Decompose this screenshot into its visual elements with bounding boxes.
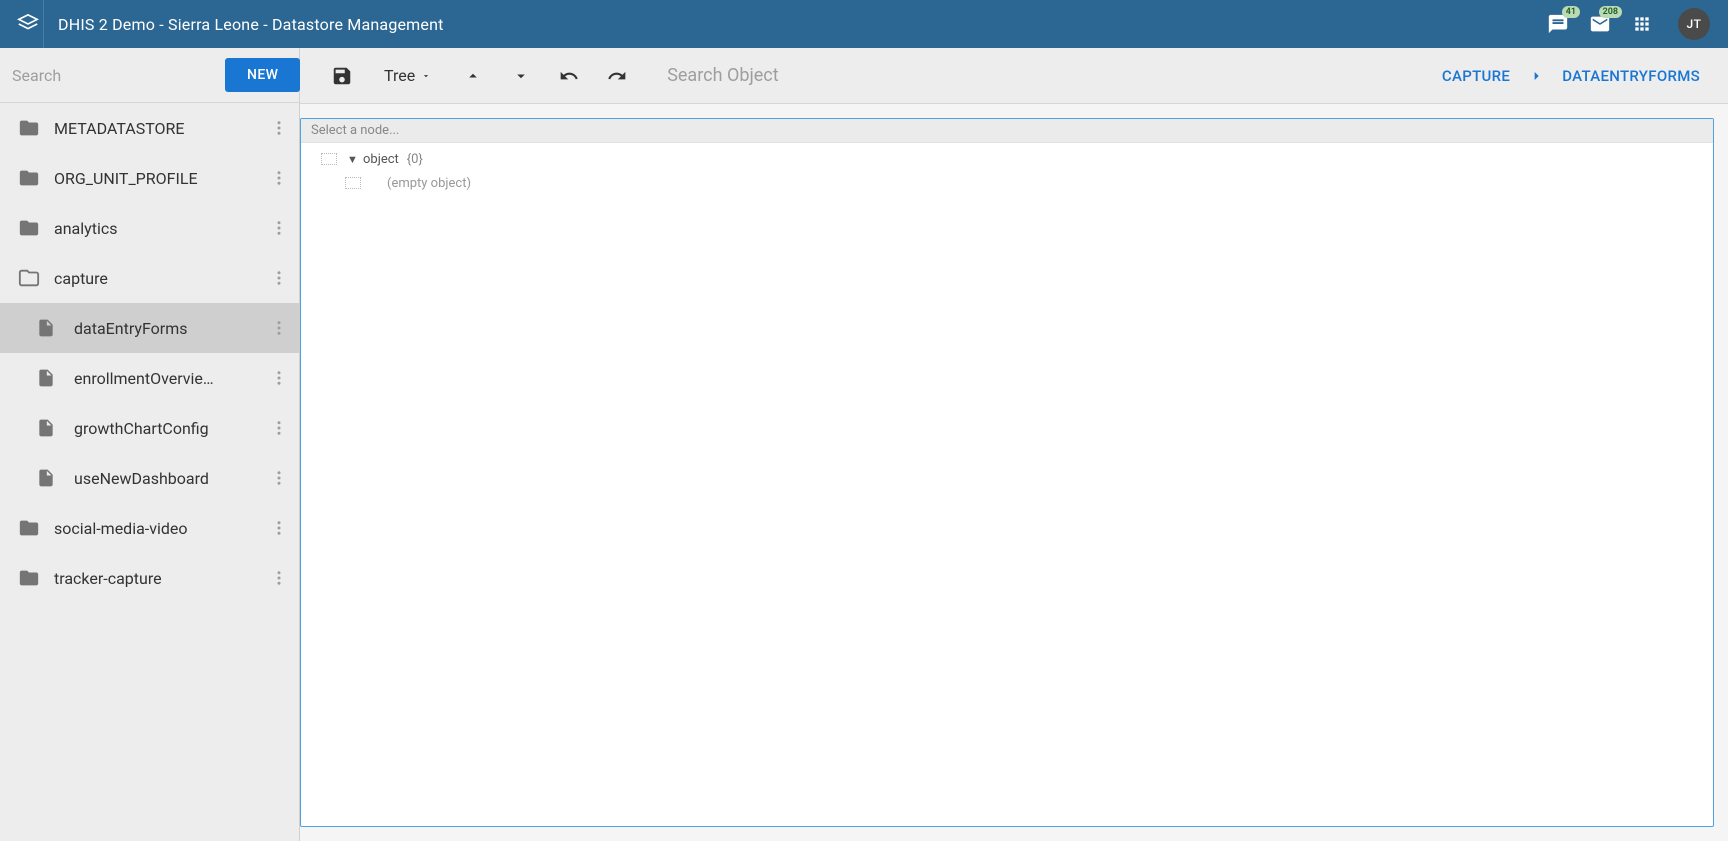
root-count-label: {0} (407, 152, 423, 167)
expand-button[interactable] (499, 54, 543, 98)
item-more-button[interactable] (265, 319, 293, 337)
item-more-button[interactable] (265, 419, 293, 437)
collapse-button[interactable] (451, 54, 495, 98)
object-search-input[interactable] (667, 65, 1438, 86)
editor-toolbar: Tree CAPTURE DATA (300, 48, 1728, 104)
breadcrumb-separator (1528, 68, 1544, 84)
top-header: DHIS 2 Demo - Sierra Leone - Datastore M… (0, 0, 1728, 48)
view-mode-selector[interactable]: Tree (368, 66, 447, 85)
sidebar-item-label: capture (54, 269, 265, 288)
chevron-up-icon (464, 67, 482, 85)
sidebar-item-label: social-media-video (54, 519, 265, 538)
more-vert-icon (270, 169, 288, 187)
mail-badge: 208 (1599, 6, 1622, 18)
breadcrumb-capture[interactable]: CAPTURE (1442, 67, 1510, 85)
sidebar-item-label: dataEntryForms (74, 319, 265, 338)
sidebar-item-label: METADATASTORE (54, 119, 265, 138)
save-button[interactable] (320, 54, 364, 98)
object-search-wrap (667, 65, 1438, 86)
dropdown-arrow-icon (421, 71, 431, 81)
item-more-button[interactable] (265, 519, 293, 537)
item-more-button[interactable] (265, 169, 293, 187)
sidebar-item-usenewdashboard[interactable]: useNewDashboard (0, 453, 299, 503)
json-empty-row[interactable]: (empty object) (301, 171, 1713, 195)
chevron-right-icon (1528, 68, 1544, 84)
more-vert-icon (270, 269, 288, 287)
file-icon (36, 468, 74, 488)
breadcrumb: CAPTURE DATAENTRYFORMS (1442, 67, 1708, 85)
root-type-label: object (363, 152, 399, 167)
folder-icon (18, 117, 54, 139)
mail-button[interactable]: 208 (1588, 12, 1612, 36)
folder-icon (18, 217, 54, 239)
sidebar-item-socialmediavideo[interactable]: social-media-video (0, 503, 299, 553)
app-logo[interactable] (12, 0, 44, 48)
user-avatar[interactable]: JT (1678, 8, 1710, 40)
folder-icon (18, 167, 54, 189)
sidebar-item-label: useNewDashboard (74, 469, 265, 488)
sidebar-search-row: NEW (0, 48, 299, 103)
sidebar-item-label: enrollmentOvervie… (74, 369, 265, 388)
sidebar-item-label: analytics (54, 219, 265, 238)
json-tree-root: ▼ object {0} (empty object) (301, 143, 1713, 199)
redo-icon (607, 66, 627, 86)
sidebar-item-enrollmentovervie[interactable]: enrollmentOvervie… (0, 353, 299, 403)
collapse-toggle[interactable]: ▼ (347, 153, 363, 166)
namespace-tree: METADATASTORE ORG_UNIT_PROFILE analytics ca… (0, 103, 299, 841)
item-more-button[interactable] (265, 569, 293, 587)
more-vert-icon (270, 569, 288, 587)
empty-object-label: (empty object) (387, 176, 471, 191)
file-icon (36, 318, 74, 338)
action-menu-icon[interactable] (345, 177, 361, 189)
folder-open-icon (18, 267, 54, 289)
more-vert-icon (270, 519, 288, 537)
more-vert-icon (270, 469, 288, 487)
breadcrumb-dataentryforms[interactable]: DATAENTRYFORMS (1562, 67, 1700, 85)
file-icon (36, 368, 74, 388)
item-more-button[interactable] (265, 369, 293, 387)
more-vert-icon (270, 219, 288, 237)
dhis2-logo-icon (17, 13, 39, 35)
undo-icon (559, 66, 579, 86)
json-editor: Select a node... ▼ object {0} (empty obj… (300, 118, 1714, 827)
save-icon (331, 65, 353, 87)
sidebar: NEW METADATASTORE ORG_UNIT_PROFILEanalyti… (0, 48, 300, 841)
messages-badge: 41 (1562, 6, 1580, 18)
more-vert-icon (270, 319, 288, 337)
content-area: Tree CAPTURE DATA (300, 48, 1728, 841)
sidebar-item-metadatastore[interactable]: METADATASTORE (0, 103, 299, 153)
messages-button[interactable]: 41 (1546, 12, 1570, 36)
new-button[interactable]: NEW (225, 58, 300, 92)
app-title: DHIS 2 Demo - Sierra Leone - Datastore M… (58, 15, 1546, 34)
sidebar-item-dataentryforms[interactable]: dataEntryForms (0, 303, 299, 353)
folder-icon (18, 517, 54, 539)
action-menu-icon[interactable] (321, 153, 337, 165)
sidebar-item-growthchartconfig[interactable]: growthChartConfig (0, 403, 299, 453)
item-more-button[interactable] (265, 269, 293, 287)
more-vert-icon (270, 369, 288, 387)
more-vert-icon (270, 119, 288, 137)
undo-button[interactable] (547, 54, 591, 98)
apps-grid-icon (1632, 14, 1652, 34)
item-more-button[interactable] (265, 469, 293, 487)
chevron-down-icon (512, 67, 530, 85)
item-more-button[interactable] (265, 219, 293, 237)
view-mode-label: Tree (384, 66, 415, 85)
sidebar-item-label: growthChartConfig (74, 419, 265, 438)
redo-button[interactable] (595, 54, 639, 98)
sidebar-item-analytics[interactable]: analytics (0, 203, 299, 253)
node-path-display: Select a node... (301, 119, 1713, 143)
file-icon (36, 418, 74, 438)
json-root-row[interactable]: ▼ object {0} (301, 147, 1713, 171)
sidebar-search-input[interactable] (12, 66, 215, 85)
sidebar-item-label: ORG_UNIT_PROFILE (54, 169, 265, 188)
sidebar-item-capture[interactable]: capture (0, 253, 299, 303)
sidebar-item-trackercapture[interactable]: tracker-capture (0, 553, 299, 603)
more-vert-icon (270, 419, 288, 437)
folder-icon (18, 567, 54, 589)
apps-menu-button[interactable] (1630, 12, 1654, 36)
sidebar-item-orgunitprofile[interactable]: ORG_UNIT_PROFILE (0, 153, 299, 203)
item-more-button[interactable] (265, 119, 293, 137)
sidebar-item-label: tracker-capture (54, 569, 265, 588)
